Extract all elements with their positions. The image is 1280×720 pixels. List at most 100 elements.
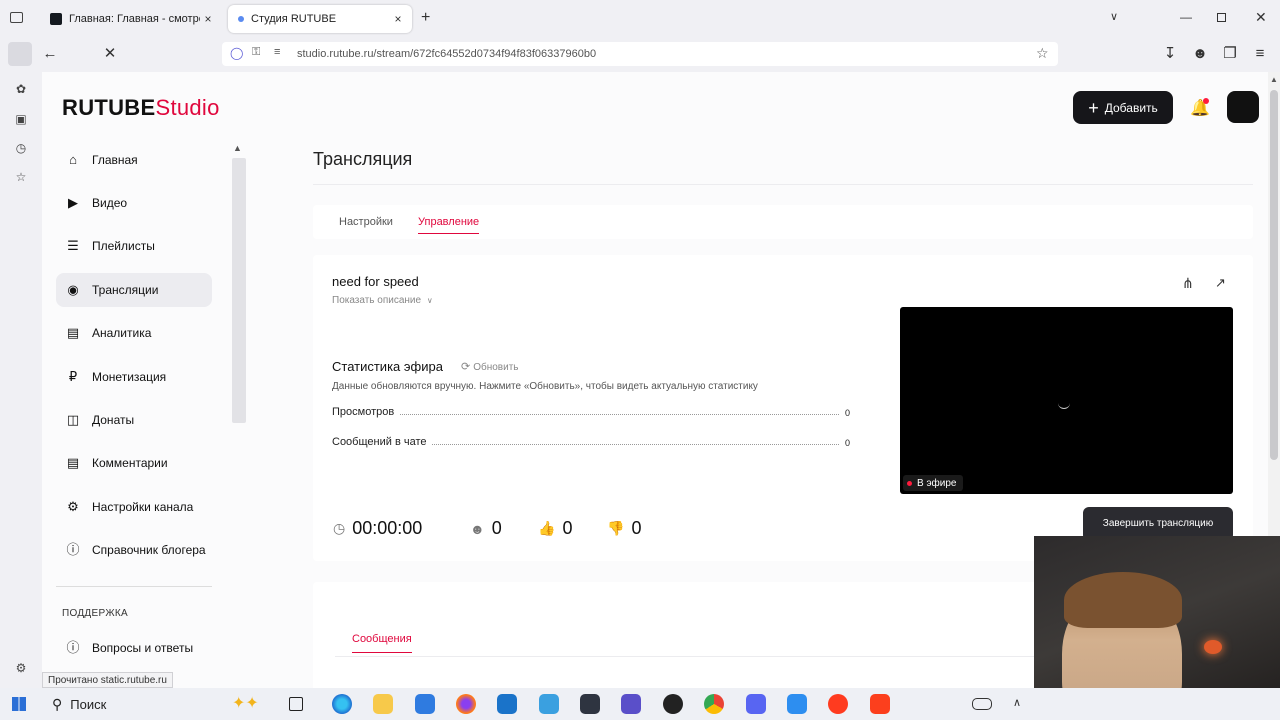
stop-loading-icon[interactable]: ✕ xyxy=(100,44,120,64)
obs-icon[interactable] xyxy=(663,694,683,714)
likes-value: 0 xyxy=(562,518,573,538)
synced-tabs-icon[interactable]: ▣ xyxy=(12,110,30,128)
firefox-icon[interactable] xyxy=(456,694,476,714)
status-bar-tooltip: Прочитано static.rutube.ru xyxy=(42,672,173,688)
extensions-icon[interactable]: ❐ xyxy=(1220,44,1240,64)
app-purple-icon[interactable] xyxy=(621,694,641,714)
likes-counter: 👍 0 xyxy=(538,518,572,539)
store-icon[interactable] xyxy=(415,694,435,714)
tab-messages[interactable]: Сообщения xyxy=(352,633,412,653)
yandex-icon[interactable] xyxy=(870,694,890,714)
app-dark-icon[interactable] xyxy=(580,694,600,714)
sidebar-item-playlists[interactable]: ☰ Плейлисты xyxy=(56,229,212,263)
tab-list-icon[interactable] xyxy=(10,12,23,23)
stats-note: Данные обновляются вручную. Нажмите «Обн… xyxy=(332,381,758,392)
tab-management[interactable]: Управление xyxy=(418,216,480,234)
sidebar-item-label: Плейлисты xyxy=(92,239,155,253)
tab-title: Главная: Главная - смотреть о xyxy=(69,13,200,25)
download-icon[interactable]: ↧ xyxy=(1160,44,1180,64)
gift-icon: ◫ xyxy=(66,412,80,427)
close-window-icon[interactable]: ✕ xyxy=(1255,9,1267,26)
task-view-icon[interactable] xyxy=(289,697,303,711)
browser-tab-studio[interactable]: Студия RUTUBE × xyxy=(228,5,412,33)
add-button[interactable]: + Добавить xyxy=(1073,91,1173,124)
sidebar-item-broadcasts[interactable]: ◉ Трансляции xyxy=(56,273,212,307)
bookmarks-star-icon[interactable]: ☆ xyxy=(12,168,30,186)
permissions-icon[interactable]: ≡ xyxy=(274,46,280,58)
close-tab-icon[interactable]: × xyxy=(390,12,406,26)
tab-messages-label: Сообщения xyxy=(352,633,412,645)
refresh-button[interactable]: ⟳ Обновить xyxy=(461,360,519,373)
sidebar-item-label: Комментарии xyxy=(92,456,168,470)
video-player[interactable]: В эфире xyxy=(900,307,1233,494)
sidebar-item-label: Монетизация xyxy=(92,370,167,384)
outlook-icon[interactable] xyxy=(497,694,517,714)
active-tab-underline xyxy=(352,652,412,653)
dotted-leader xyxy=(432,444,839,445)
app-store-icon[interactable] xyxy=(787,694,807,714)
rutube-studio-logo[interactable]: RUTUBEStudio xyxy=(62,95,220,121)
page-scrollbar-thumb[interactable] xyxy=(1270,90,1278,460)
tray-chevron-up-icon[interactable]: ∧ xyxy=(1013,696,1021,709)
avatar[interactable] xyxy=(1227,91,1259,123)
shield-icon[interactable]: ◯ xyxy=(230,46,243,60)
sidebar-item-home[interactable]: ⌂ Главная xyxy=(56,143,212,177)
tab-dropdown-icon[interactable]: ∨ xyxy=(1110,10,1118,23)
maximize-window-icon[interactable] xyxy=(1217,13,1226,22)
customize-sidebar-icon[interactable]: ⚙ xyxy=(12,659,30,677)
browser-tab-home[interactable]: Главная: Главная - смотреть о × xyxy=(40,5,222,33)
home-icon: ⌂ xyxy=(69,152,77,167)
url-text[interactable]: studio.rutube.ru/stream/672fc64552d0734f… xyxy=(297,48,596,60)
active-tab-underline xyxy=(418,233,480,234)
share-icon[interactable]: ⋔ xyxy=(1182,275,1194,292)
show-description-link[interactable]: Показать описание ∨ xyxy=(332,295,433,306)
keyboard-layout-icon[interactable] xyxy=(972,698,992,710)
sidebar-item-label: Вопросы и ответы xyxy=(92,641,194,655)
ai-chat-icon[interactable]: ✿ xyxy=(12,80,30,98)
open-external-icon[interactable]: ↗ xyxy=(1215,275,1226,291)
sidebar-scrollbar-thumb[interactable] xyxy=(232,158,246,423)
lock-icon[interactable]: ⚿ xyxy=(252,46,260,59)
live-dot-icon xyxy=(907,480,912,486)
sidebar-toggle-icon[interactable] xyxy=(8,42,32,66)
gear-icon: ⚙ xyxy=(67,499,79,514)
taskbar-search[interactable]: ⚲ Поиск ✦✦ xyxy=(46,692,276,716)
edge-icon[interactable] xyxy=(332,694,352,714)
bookmark-star-icon[interactable]: ☆ xyxy=(1036,45,1049,62)
sidebar-item-donations[interactable]: ◫ Донаты xyxy=(56,403,212,437)
copilot-sparkle-icon: ✦✦ xyxy=(232,695,259,712)
scroll-up-icon[interactable]: ▲ xyxy=(1268,75,1280,84)
discord-icon[interactable] xyxy=(746,694,766,714)
back-arrow-icon[interactable]: ← xyxy=(40,44,60,64)
minimize-window-icon[interactable]: — xyxy=(1180,10,1192,24)
viewer-icon: ☻ xyxy=(470,520,485,537)
bell-icon[interactable]: 🔔 xyxy=(1190,98,1210,118)
sidebar-scroll-up-icon[interactable]: ▲ xyxy=(233,143,242,153)
address-bar[interactable]: ◯ ⚿ ≡ studio.rutube.ru/stream/672fc64552… xyxy=(222,42,1058,66)
sidebar-item-faq[interactable]: ⓘ Вопросы и ответы xyxy=(56,631,212,665)
plus-icon: + xyxy=(1088,97,1099,118)
sidebar-item-channel-settings[interactable]: ⚙ Настройки канала xyxy=(56,490,212,524)
sidebar-item-blogger-guide[interactable]: ⓘ Справочник блогера xyxy=(56,533,212,567)
chrome-icon[interactable] xyxy=(704,694,724,714)
tab-settings[interactable]: Настройки xyxy=(339,216,393,228)
menu-icon[interactable]: ≡ xyxy=(1250,44,1270,64)
title-divider xyxy=(313,184,1253,185)
sidebar-item-video[interactable]: ▶ Видео xyxy=(56,186,212,220)
new-tab-button[interactable]: + xyxy=(421,9,430,27)
history-icon[interactable]: ◷ xyxy=(12,139,30,157)
sidebar-item-analytics[interactable]: ▤ Аналитика xyxy=(56,316,212,350)
account-icon[interactable]: ☻ xyxy=(1190,44,1210,64)
start-windows-icon[interactable] xyxy=(12,697,26,711)
sidebar-item-monetization[interactable]: ₽ Монетизация xyxy=(56,360,212,394)
webcam-lamp xyxy=(1204,640,1222,654)
app-cube-icon[interactable] xyxy=(539,694,559,714)
logo-accent: Studio xyxy=(155,95,220,120)
yandex-browser-icon[interactable] xyxy=(828,694,848,714)
close-tab-icon[interactable]: × xyxy=(200,12,216,26)
file-explorer-icon[interactable] xyxy=(373,694,393,714)
sidebar-item-comments[interactable]: ▤ Комментарии xyxy=(56,446,212,480)
loading-spinner-icon xyxy=(1058,397,1070,409)
show-description-label: Показать описание xyxy=(332,295,422,306)
browser-tab-bar: Главная: Главная - смотреть о × Студия R… xyxy=(0,0,1280,36)
